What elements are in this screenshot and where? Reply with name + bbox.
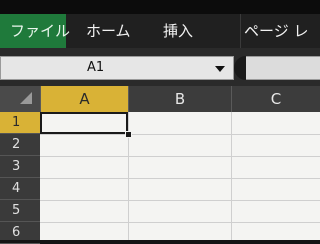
row-header-6[interactable]: 6 — [0, 222, 40, 244]
fill-handle[interactable] — [125, 131, 132, 138]
formula-input[interactable] — [246, 56, 320, 80]
tab-divider — [240, 14, 241, 48]
tab-home[interactable]: ホーム — [86, 14, 131, 48]
tab-page-layout[interactable]: ページ レ — [244, 14, 308, 48]
select-all-icon — [20, 92, 32, 104]
chevron-down-icon[interactable] — [215, 66, 225, 72]
grid-line — [40, 200, 320, 201]
row-header-3[interactable]: 3 — [0, 156, 40, 178]
grid-line — [40, 178, 320, 179]
row-header-1[interactable]: 1 — [0, 112, 40, 134]
column-header-c[interactable]: C — [231, 86, 320, 112]
row-header-5[interactable]: 5 — [0, 200, 40, 222]
column-header-a[interactable]: A — [40, 86, 128, 112]
grid-line — [40, 156, 320, 157]
column-header-b[interactable]: B — [128, 86, 231, 112]
tab-insert[interactable]: 挿入 — [163, 14, 193, 48]
name-box-value: A1 — [87, 60, 105, 75]
name-box[interactable]: A1 — [0, 56, 234, 80]
grid-line — [40, 134, 320, 135]
tab-file[interactable]: ファイル — [0, 14, 70, 48]
row-header-4[interactable]: 4 — [0, 178, 40, 200]
grid-line — [231, 112, 232, 240]
active-cell[interactable] — [40, 112, 128, 134]
grid-line — [40, 222, 320, 223]
row-header-2[interactable]: 2 — [0, 134, 40, 156]
